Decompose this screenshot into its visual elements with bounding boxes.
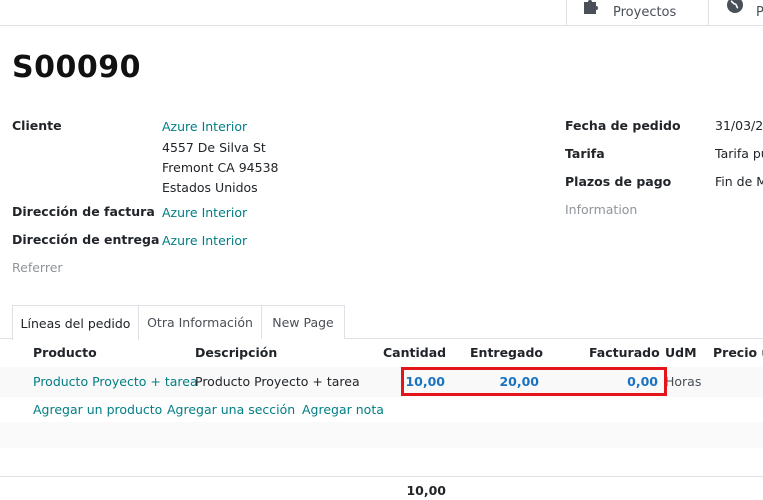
add-section-link[interactable]: Agregar una sección bbox=[167, 402, 295, 417]
smart-button-bar: Proyectos P bbox=[0, 0, 763, 26]
other-smart-button-label: P bbox=[756, 5, 763, 20]
payment-terms-value[interactable]: Fin de M bbox=[715, 174, 763, 189]
column-header-product[interactable]: Producto bbox=[33, 345, 97, 360]
row-product[interactable]: Producto Proyecto + tarea bbox=[33, 374, 198, 389]
invoice-address-link[interactable]: Azure Interior bbox=[162, 205, 247, 220]
tab-other-info[interactable]: Otra Información bbox=[138, 305, 262, 339]
payment-terms-label: Plazos de pago bbox=[565, 174, 672, 189]
highlight-box bbox=[401, 367, 667, 396]
add-product-link[interactable]: Agregar un producto bbox=[33, 402, 162, 417]
projects-smart-button[interactable]: Proyectos bbox=[566, 0, 708, 26]
notebook-tabs: Líneas del pedido Otra Información New P… bbox=[0, 305, 763, 340]
column-header-invoiced[interactable]: Facturado bbox=[589, 345, 660, 360]
information-label: Information bbox=[565, 202, 638, 217]
projects-smart-button-label: Proyectos bbox=[613, 5, 677, 20]
column-header-quantity[interactable]: Cantidad bbox=[383, 345, 446, 360]
invoice-address-label: Dirección de factura bbox=[12, 204, 155, 219]
other-smart-button[interactable]: P bbox=[708, 0, 763, 26]
column-header-uom[interactable]: UdM bbox=[665, 345, 697, 360]
tab-new-page[interactable]: New Page bbox=[261, 305, 345, 339]
order-date-value[interactable]: 31/03/2 bbox=[715, 118, 763, 133]
tab-order-lines[interactable]: Líneas del pedido bbox=[12, 305, 139, 340]
delivery-address-link[interactable]: Azure Interior bbox=[162, 233, 247, 248]
column-header-delivered[interactable]: Entregado bbox=[470, 345, 543, 360]
table-footer-divider bbox=[0, 476, 763, 477]
customer-label: Cliente bbox=[12, 118, 62, 133]
empty-row bbox=[0, 422, 763, 448]
address-line-1: 4557 De Silva St bbox=[162, 140, 266, 155]
customer-link[interactable]: Azure Interior bbox=[162, 119, 247, 134]
total-quantity: 10,00 bbox=[406, 483, 446, 498]
address-line-3: Estados Unidos bbox=[162, 180, 258, 195]
puzzle-icon bbox=[582, 0, 602, 14]
add-note-link[interactable]: Agregar nota bbox=[302, 402, 384, 417]
globe-icon bbox=[725, 0, 745, 15]
column-header-description[interactable]: Descripción bbox=[195, 345, 277, 360]
address-line-2: Fremont CA 94538 bbox=[162, 160, 279, 175]
referrer-label: Referrer bbox=[12, 260, 63, 275]
column-header-price[interactable]: Precio un bbox=[713, 345, 763, 360]
order-title: S00090 bbox=[12, 50, 141, 85]
pricelist-value[interactable]: Tarifa pú bbox=[715, 146, 763, 161]
pricelist-label: Tarifa bbox=[565, 146, 605, 161]
delivery-address-label: Dirección de entrega bbox=[12, 232, 160, 247]
row-uom[interactable]: Horas bbox=[665, 374, 701, 389]
row-description[interactable]: Producto Proyecto + tarea bbox=[195, 374, 360, 389]
order-date-label: Fecha de pedido bbox=[565, 118, 681, 133]
